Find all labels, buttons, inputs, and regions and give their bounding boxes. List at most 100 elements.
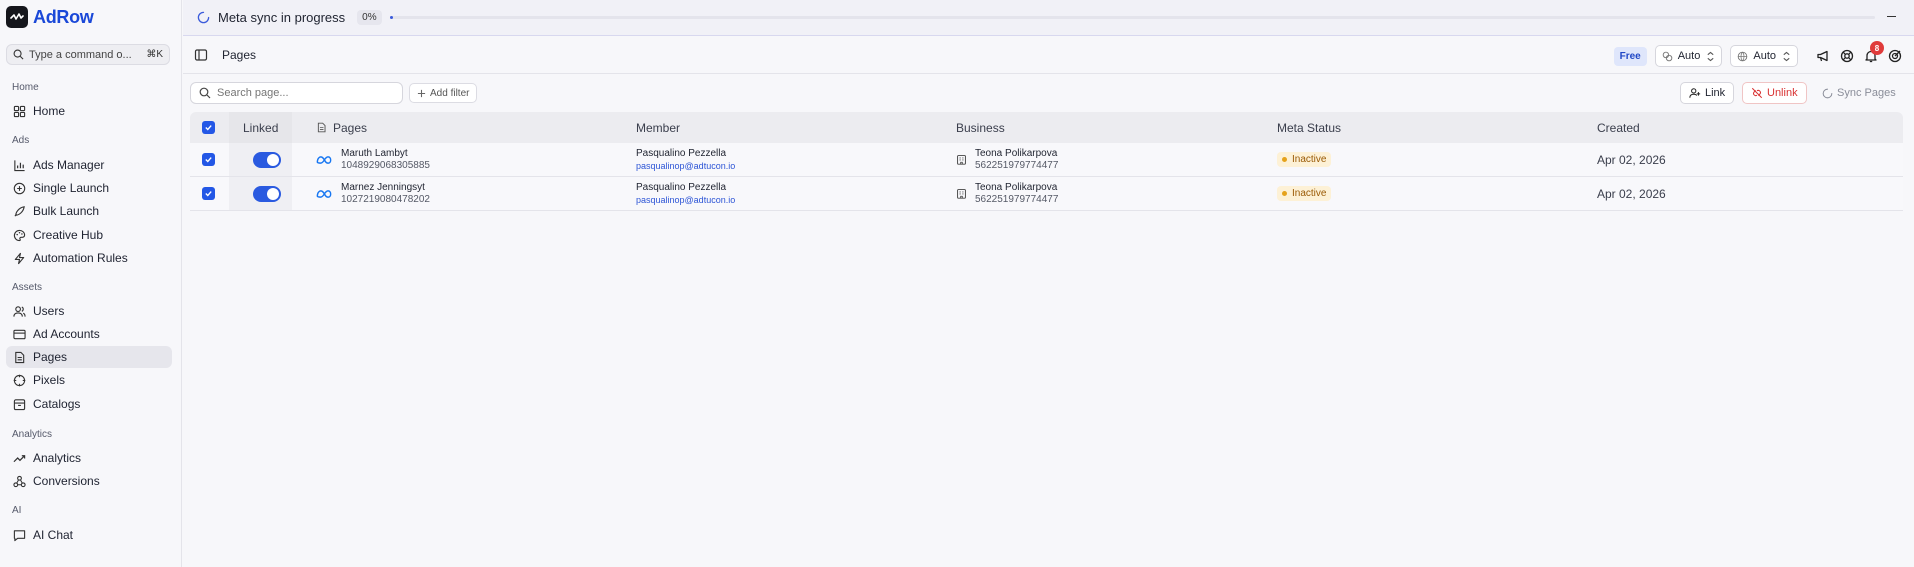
- theme-select-value: Auto: [1677, 50, 1701, 62]
- sidebar-item-label: Ad Accounts: [33, 327, 100, 341]
- users-icon: [13, 305, 26, 317]
- nav-section-assets: Assets: [12, 282, 43, 293]
- meta-logo-icon: [316, 189, 332, 198]
- column-header-business[interactable]: Business: [956, 112, 1005, 143]
- unlink-button-label: Unlink: [1767, 87, 1798, 99]
- sync-status-bar: Meta sync in progress 0%: [183, 0, 1914, 36]
- sidebar-item-creative-hub[interactable]: Creative Hub: [6, 224, 172, 246]
- sidebar-item-conversions[interactable]: Conversions: [6, 470, 172, 492]
- row-checkbox[interactable]: [202, 177, 215, 210]
- chevron-up-down-icon: [1783, 51, 1790, 61]
- business-name: Teona Polikarpova: [975, 181, 1058, 193]
- business-cell: Teona Polikarpova 562251979774477: [956, 177, 1058, 210]
- megaphone-icon[interactable]: [1816, 49, 1830, 63]
- command-placeholder: Type a command o...: [29, 48, 132, 61]
- created-date: Apr 02, 2026: [1597, 186, 1666, 201]
- refresh-icon: [1822, 88, 1833, 98]
- sidebar-item-users[interactable]: Users: [6, 300, 172, 322]
- language-select[interactable]: Auto: [1730, 45, 1798, 67]
- sidebar-item-label: Ads Manager: [33, 158, 105, 172]
- sidebar-item-automation-rules[interactable]: Automation Rules: [6, 247, 172, 269]
- linked-toggle[interactable]: [253, 177, 281, 210]
- sidebar-toggle-icon[interactable]: [194, 48, 208, 62]
- minimize-icon[interactable]: [1887, 16, 1896, 17]
- file-icon: [15, 351, 25, 363]
- search-icon: [13, 49, 24, 60]
- status-badge: Inactive: [1277, 152, 1332, 167]
- column-header-member[interactable]: Member: [636, 112, 680, 143]
- theme-select[interactable]: Auto: [1654, 45, 1723, 67]
- sidebar-item-label: Single Launch: [33, 181, 110, 195]
- sidebar-item-catalogs[interactable]: Catalogs: [6, 393, 172, 415]
- sidebar-item-analytics[interactable]: Analytics: [6, 447, 172, 469]
- link-button[interactable]: Link: [1680, 82, 1735, 104]
- sidebar-item-bulk-launch[interactable]: Bulk Launch: [6, 200, 172, 222]
- page-id: 1048929068305885: [341, 159, 430, 171]
- target-icon[interactable]: [1888, 49, 1902, 63]
- building-icon: [957, 189, 966, 199]
- row-checkbox[interactable]: [202, 143, 215, 176]
- status-dot: [1282, 157, 1287, 162]
- search-input[interactable]: [217, 87, 387, 99]
- page-id: 1027219080478202: [341, 193, 430, 205]
- sidebar-item-pages[interactable]: Pages: [6, 346, 172, 368]
- column-header-pages[interactable]: Pages: [316, 112, 367, 143]
- nav-section-home: Home: [12, 82, 39, 93]
- sidebar-item-home[interactable]: Home: [6, 100, 172, 122]
- table-row[interactable]: Maruth Lambyt 1048929068305885 Pasqualin…: [190, 143, 1903, 177]
- table-header-row: Linked Pages Member Business Meta Status…: [190, 112, 1903, 143]
- palette-icon: [13, 229, 26, 241]
- column-header-created[interactable]: Created: [1597, 112, 1640, 143]
- member-cell: Pasqualino Pezzella pasqualinop@adtucon.…: [636, 143, 735, 176]
- column-header-linked[interactable]: Linked: [243, 112, 278, 143]
- command-shortcut: ⌘K: [146, 49, 163, 60]
- sidebar-item-label: Automation Rules: [33, 251, 128, 265]
- message-icon: [13, 529, 26, 541]
- command-palette-input[interactable]: Type a command o... ⌘K: [6, 44, 170, 65]
- status-cell: Inactive: [1277, 177, 1332, 210]
- created-date: Apr 02, 2026: [1597, 152, 1666, 167]
- building-icon: [957, 155, 966, 165]
- checkbox-checked: [202, 187, 215, 200]
- help-lifebuoy-icon[interactable]: [1840, 49, 1854, 63]
- page-header: Pages Free Auto Auto 8: [183, 37, 1914, 74]
- sidebar-item-label: Pages: [33, 350, 68, 364]
- sidebar-item-pixels[interactable]: Pixels: [6, 369, 172, 391]
- nav-section-ai: AI: [12, 505, 22, 516]
- table-row[interactable]: Marnez Jenningsyt 1027219080478202 Pasqu…: [190, 177, 1903, 211]
- nav-section-analytics: Analytics: [12, 429, 53, 440]
- column-header-meta-status[interactable]: Meta Status: [1277, 112, 1341, 143]
- sidebar-item-label: Pixels: [33, 373, 66, 387]
- business-id: 562251979774477: [975, 193, 1059, 205]
- page-title: Pages: [222, 48, 257, 62]
- plan-badge[interactable]: Free: [1613, 46, 1647, 66]
- adrow-logo-icon: [6, 6, 28, 28]
- linked-toggle[interactable]: [253, 143, 281, 176]
- add-filter-button[interactable]: Add filter: [409, 83, 478, 103]
- sync-pages-button[interactable]: Sync Pages: [1818, 82, 1900, 104]
- checkbox-checked: [202, 153, 215, 166]
- brand[interactable]: AdRow: [6, 6, 94, 28]
- plus-icon: [417, 89, 426, 97]
- select-all-checkbox[interactable]: [202, 112, 215, 143]
- sidebar-item-ad-accounts[interactable]: Ad Accounts: [6, 323, 172, 345]
- sidebar-item-ads-manager[interactable]: Ads Manager: [6, 154, 172, 176]
- sidebar-item-single-launch[interactable]: Single Launch: [6, 177, 172, 199]
- pages-table: Linked Pages Member Business Meta Status…: [190, 112, 1903, 211]
- meta-logo-icon: [316, 155, 332, 164]
- sidebar-item-label: Conversions: [33, 474, 100, 488]
- sidebar-item-label: AI Chat: [33, 528, 74, 542]
- unlink-button[interactable]: Unlink: [1742, 82, 1807, 104]
- palette-icon: [1662, 51, 1673, 61]
- status-dot: [1282, 191, 1287, 196]
- notifications-button[interactable]: 8: [1864, 41, 1884, 63]
- member-email-link[interactable]: pasqualinop@adtucon.io: [636, 160, 735, 172]
- member-email-link[interactable]: pasqualinop@adtucon.io: [636, 194, 735, 206]
- member-name: Pasqualino Pezzella: [636, 147, 727, 159]
- trending-up-icon: [13, 454, 26, 462]
- search-box[interactable]: [190, 82, 403, 104]
- sync-status-text: Meta sync in progress: [218, 10, 346, 25]
- webhook-icon: [13, 475, 26, 487]
- sidebar-item-ai-chat[interactable]: AI Chat: [6, 524, 172, 546]
- member-name: Pasqualino Pezzella: [636, 181, 727, 193]
